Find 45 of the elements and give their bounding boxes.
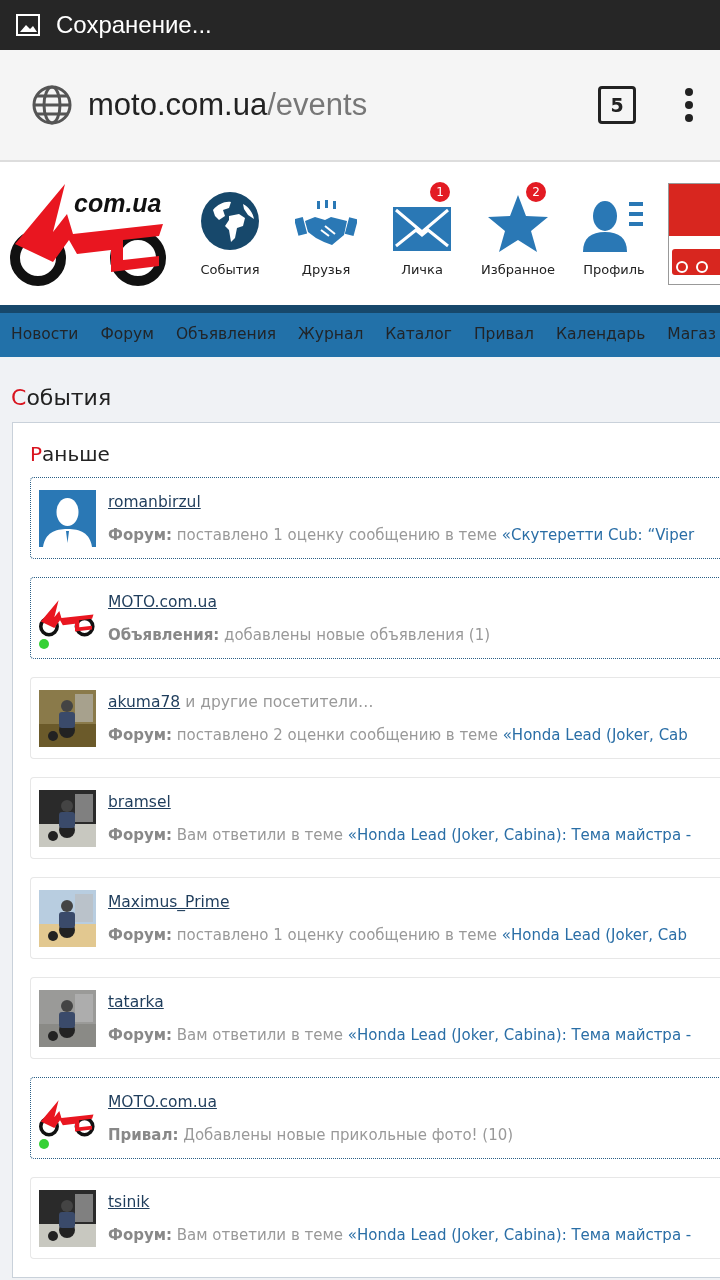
- event-text: Форум: поставлено 2 оценки сообщению в теме «Honda Lead (Joker, Cab: [108, 724, 688, 746]
- user-silhouette-icon: [39, 489, 96, 547]
- url-text[interactable]: moto.com.ua/events: [88, 81, 368, 129]
- image-icon: [16, 14, 40, 36]
- user-link[interactable]: Maximus_Prime: [108, 892, 230, 911]
- event-text: Форум: Вам ответили в теме «Honda Lead (Joker, Cabina): Тема майстра -: [108, 1224, 692, 1246]
- event-text: Форум: Вам ответили в теме «Honda Lead (Joker, Cabina): Тема майстра -: [108, 824, 692, 846]
- topic-link[interactable]: «Скутеретти Cub: “Viper: [501, 525, 695, 544]
- section-title: Раньше: [30, 442, 110, 466]
- notification-badge: 1: [428, 179, 452, 204]
- logo-icon: [39, 1098, 96, 1138]
- tab-count-button[interactable]: 5: [598, 86, 636, 124]
- notification-badge: 2: [524, 179, 548, 204]
- envelope-icon: [392, 205, 452, 252]
- user-link[interactable]: MOTO.com.ua: [108, 1092, 217, 1111]
- logo-icon: [39, 598, 96, 638]
- globe-icon: [199, 189, 261, 252]
- user-link[interactable]: MOTO.com.ua: [108, 592, 217, 611]
- overflow-menu-icon[interactable]: [684, 88, 694, 122]
- user-link[interactable]: bramsel: [108, 792, 171, 811]
- topic-link[interactable]: «Honda Lead (Joker, Cabina): Тема майстра -: [347, 1225, 692, 1244]
- profile-icon: [583, 199, 645, 252]
- header-link[interactable]: Личка: [401, 259, 443, 280]
- event-suffix: и другие посетители…: [185, 692, 374, 711]
- header-link[interactable]: Друзья: [301, 259, 351, 280]
- event-text: Привал: Добавлены новые прикольные фото! (10): [108, 1124, 514, 1146]
- event-text: Форум: поставлено 1 оценку сообщению в теме «Honda Lead (Joker, Cab: [108, 924, 687, 946]
- user-link[interactable]: akuma78: [108, 692, 181, 711]
- globe-icon: [32, 85, 72, 125]
- event-text: Объявления: добавлены новые объявления (1): [108, 624, 491, 646]
- user-link[interactable]: tatarka: [108, 992, 164, 1011]
- event-text: Форум: Вам ответили в теме «Honda Lead (Joker, Cabina): Тема майстра -: [108, 1024, 692, 1046]
- user-link[interactable]: romanbirzul: [108, 492, 201, 511]
- topic-link[interactable]: «Honda Lead (Joker, Cab: [501, 925, 687, 944]
- page-title: События: [11, 385, 112, 410]
- header-link[interactable]: Профиль: [583, 259, 645, 280]
- event-text: Форум: поставлено 1 оценку сообщению в теме «Скутеретти Cub: “Viper: [108, 524, 695, 546]
- topic-link[interactable]: «Honda Lead (Joker, Cab: [502, 725, 688, 744]
- status-title: Сохранение...: [56, 10, 212, 40]
- topic-link[interactable]: «Honda Lead (Joker, Cabina): Тема майстра -: [347, 825, 692, 844]
- header-link[interactable]: Избранное: [481, 259, 555, 280]
- user-link[interactable]: tsinik: [108, 1192, 150, 1211]
- logo-text: com.ua: [74, 188, 162, 217]
- topic-link[interactable]: «Honda Lead (Joker, Cabina): Тема майстра -: [347, 1025, 692, 1044]
- header-link[interactable]: События: [200, 259, 260, 280]
